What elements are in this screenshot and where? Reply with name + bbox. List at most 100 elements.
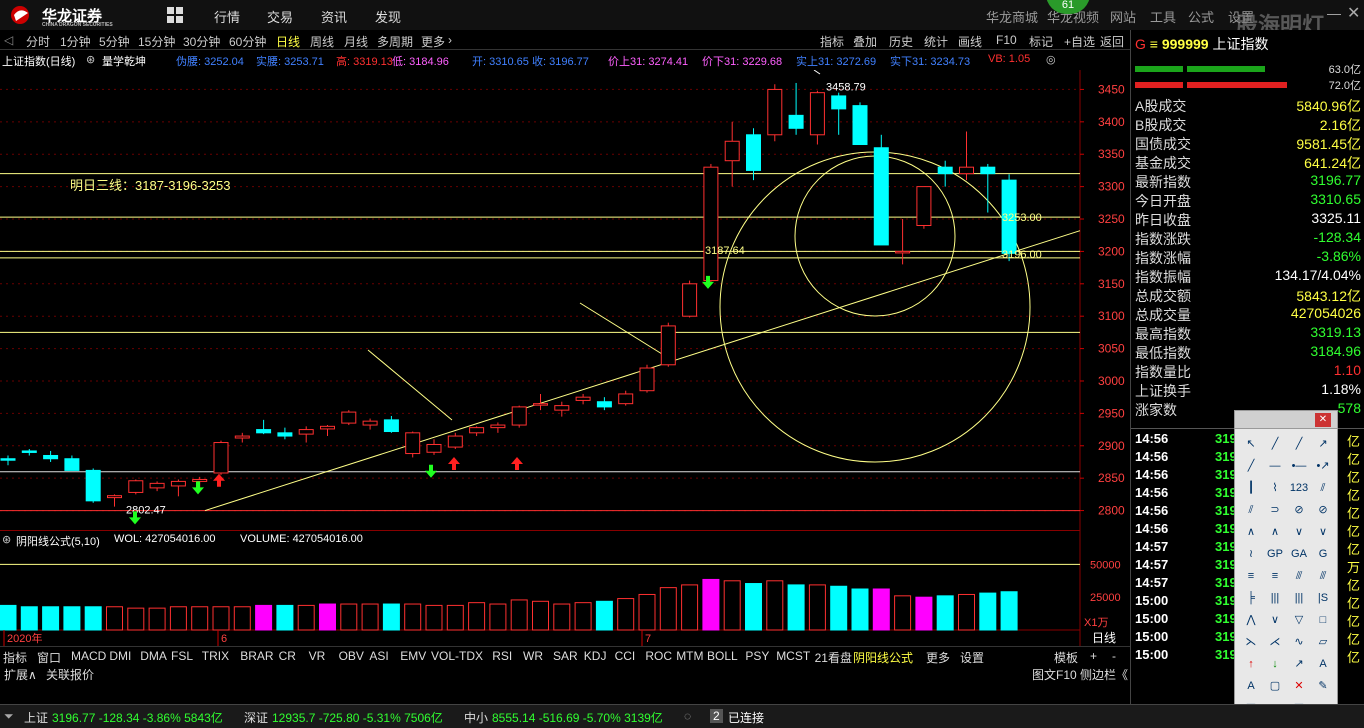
indicator-tab-9[interactable]: VR	[309, 649, 326, 663]
toolbox-close-icon[interactable]: ✕	[1315, 413, 1331, 427]
sidebar-button[interactable]: 侧边栏《	[1080, 666, 1128, 683]
dropdown-icon[interactable]: ⊛	[86, 53, 95, 66]
bottom-right-1[interactable]: +	[1090, 649, 1097, 663]
menu-formula[interactable]: 公式	[1188, 7, 1214, 26]
grid-menu-icon[interactable]	[166, 6, 184, 24]
indicator-tab-12[interactable]: EMV	[400, 649, 426, 663]
draw-tool-icon[interactable]: GP	[1265, 545, 1285, 563]
bottom-right-2[interactable]: -	[1112, 649, 1116, 663]
period-15min[interactable]: 15分钟	[138, 33, 175, 50]
indicator-tab-4[interactable]: DMA	[140, 649, 167, 663]
draw-tool-icon[interactable]: ╱	[1241, 457, 1261, 475]
indicator-tab-8[interactable]: CR	[279, 649, 296, 663]
tool-stats[interactable]: 统计	[924, 33, 948, 50]
draw-tool-icon[interactable]: ∧	[1265, 523, 1285, 541]
draw-tool-icon[interactable]: ⫻	[1289, 567, 1309, 585]
draw-tool-icon[interactable]: G	[1313, 545, 1333, 563]
tool-draw[interactable]: 画线	[958, 33, 982, 50]
period-multi[interactable]: 多周期	[377, 33, 413, 50]
menu-website[interactable]: 网站	[1110, 7, 1136, 26]
indicator-tab-22[interactable]: PSY	[745, 649, 769, 663]
draw-tool-icon[interactable]: A	[1241, 677, 1261, 695]
menu-trade[interactable]: 交易	[267, 7, 293, 26]
indicator-tab-13[interactable]: VOL-TDX	[431, 649, 483, 663]
menu-lines-icon[interactable]: ≡	[1150, 36, 1158, 52]
tool-history[interactable]: 历史	[889, 33, 913, 50]
draw-tool-icon[interactable]: ┃	[1241, 479, 1261, 497]
draw-tool-icon[interactable]: ╱	[1265, 435, 1285, 453]
status-sz-label[interactable]: 深证	[244, 709, 268, 726]
draw-tool-icon[interactable]: ≡	[1241, 567, 1261, 585]
draw-tool-icon[interactable]: •↗	[1313, 457, 1333, 475]
period-5min[interactable]: 5分钟	[99, 33, 130, 50]
chevron-right-icon[interactable]: ›	[448, 33, 452, 47]
draw-tool-icon[interactable]: A	[1313, 655, 1333, 673]
draw-tool-icon[interactable]: ⋋	[1241, 633, 1261, 651]
draw-tool-icon[interactable]: ≀	[1241, 545, 1261, 563]
draw-tool-icon[interactable]: |||	[1265, 589, 1285, 607]
draw-tool-icon[interactable]: ▱	[1313, 633, 1333, 651]
draw-tool-icon[interactable]: ↗	[1313, 435, 1333, 453]
menu-tools[interactable]: 工具	[1150, 7, 1176, 26]
period-30min[interactable]: 30分钟	[183, 33, 220, 50]
tool-back[interactable]: 返回	[1100, 33, 1124, 50]
period-60min[interactable]: 60分钟	[229, 33, 266, 50]
draw-tool-icon[interactable]: ⋌	[1265, 633, 1285, 651]
close-window-icon[interactable]: ✕	[1347, 3, 1360, 23]
draw-tool-icon[interactable]: ✎	[1313, 677, 1333, 695]
expand-down-icon[interactable]: ⏷	[4, 709, 14, 724]
draw-tool-icon[interactable]: ⫻	[1313, 567, 1333, 585]
tool-overlay[interactable]: 叠加	[853, 33, 877, 50]
f10-graphic-button[interactable]: 图文F10	[1032, 666, 1077, 683]
menu-quotes[interactable]: 行情	[214, 7, 240, 26]
draw-tool-icon[interactable]: ⊘	[1289, 501, 1309, 519]
draw-tool-icon[interactable]: ∨	[1289, 523, 1309, 541]
draw-tool-icon[interactable]: ⫽	[1241, 501, 1261, 519]
indicator-tab-2[interactable]: MACD	[71, 649, 106, 663]
tool-indicator[interactable]: 指标	[820, 33, 844, 50]
indicator-tab-15[interactable]: WR	[523, 649, 543, 663]
draw-tool-icon[interactable]: ⫽	[1313, 479, 1333, 497]
draw-tool-icon[interactable]: —	[1265, 457, 1285, 475]
indicator-tab-17[interactable]: KDJ	[584, 649, 607, 663]
status-zx-label[interactable]: 中小	[464, 709, 488, 726]
collapse-left-icon[interactable]: ◁	[4, 33, 13, 47]
period-timeshare[interactable]: 分时	[26, 33, 50, 50]
period-monthly[interactable]: 月线	[344, 33, 368, 50]
menu-news[interactable]: 资讯	[321, 7, 347, 26]
draw-tool-icon[interactable]: ╞	[1241, 589, 1261, 607]
draw-tool-icon[interactable]: ∨	[1313, 523, 1333, 541]
draw-tool-icon[interactable]: ∿	[1289, 633, 1309, 651]
indicator-tab-20[interactable]: MTM	[676, 649, 703, 663]
menu-mall[interactable]: 华龙商城	[986, 7, 1038, 26]
draw-tool-icon[interactable]: ⊃	[1265, 501, 1285, 519]
period-more[interactable]: 更多	[421, 33, 445, 50]
indicator-tab-10[interactable]: OBV	[339, 649, 364, 663]
draw-tool-icon[interactable]: ▢	[1265, 677, 1285, 695]
indicator-tab-5[interactable]: FSL	[171, 649, 193, 663]
indicator-tab-6[interactable]: TRIX	[202, 649, 229, 663]
volume-chart[interactable]: ⊛ 阴阳线公式(5,10) WOL: 427054016.00 VOLUME: …	[0, 530, 1130, 646]
draw-tool-icon[interactable]: GA	[1289, 545, 1309, 563]
draw-tool-icon[interactable]: •—	[1289, 457, 1309, 475]
expand-button[interactable]: 扩展∧	[4, 666, 37, 683]
draw-tool-icon[interactable]: ⊘	[1313, 501, 1333, 519]
related-quotes-button[interactable]: 关联报价	[46, 666, 94, 683]
status-sh-label[interactable]: 上证	[24, 709, 48, 726]
indicator-tab-3[interactable]: DMI	[109, 649, 131, 663]
tool-mark[interactable]: 标记	[1029, 33, 1053, 50]
draw-tool-icon[interactable]: ╱	[1289, 435, 1309, 453]
draw-tool-icon[interactable]: ▽	[1289, 611, 1309, 629]
candlestick-chart[interactable]: 2800 2850 2900 2950 3000 3050 3100 3150 3200 3250…	[0, 69, 1130, 530]
settings-circle-icon[interactable]: ◎	[1046, 53, 1056, 66]
draw-tool-icon[interactable]: ↓	[1265, 655, 1285, 673]
indicator-tab-11[interactable]: ASI	[369, 649, 388, 663]
tool-add-watch[interactable]: +自选	[1064, 33, 1095, 50]
indicator-tab-7[interactable]: BRAR	[240, 649, 273, 663]
period-daily[interactable]: 日线	[276, 33, 300, 50]
tool-f10[interactable]: F10	[996, 33, 1017, 47]
draw-tool-icon[interactable]: ⌇	[1265, 479, 1285, 497]
draw-tool-icon[interactable]: ↖	[1241, 435, 1261, 453]
indicator-tab-16[interactable]: SAR	[553, 649, 578, 663]
draw-tool-icon[interactable]: ↑	[1241, 655, 1261, 673]
